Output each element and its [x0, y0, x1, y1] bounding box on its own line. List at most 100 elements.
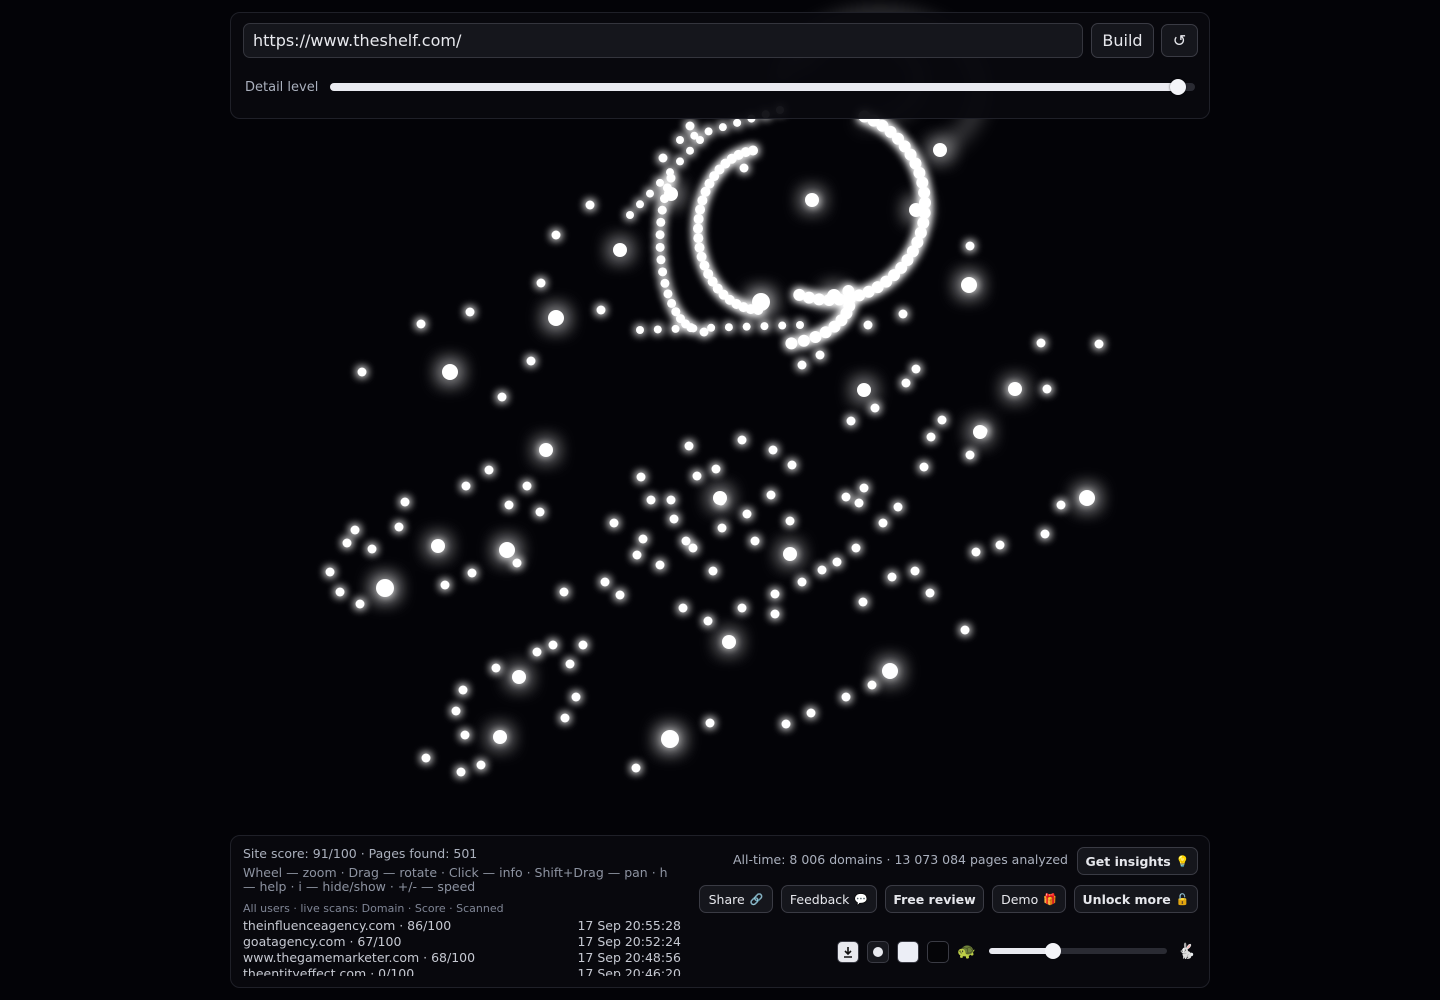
graph-node[interactable]	[898, 309, 908, 319]
graph-node[interactable]	[657, 205, 667, 215]
graph-hub-node[interactable]	[713, 491, 727, 505]
graph-node[interactable]	[467, 568, 477, 578]
graph-node[interactable]	[685, 121, 695, 131]
graph-node[interactable]	[367, 544, 377, 554]
graph-node[interactable]	[770, 609, 780, 619]
graph-hub-node[interactable]	[664, 187, 678, 201]
graph-node[interactable]	[653, 325, 662, 334]
graph-node[interactable]	[760, 322, 769, 331]
graph-node[interactable]	[737, 435, 747, 445]
graph-node[interactable]	[460, 730, 470, 740]
graph-node[interactable]	[658, 153, 668, 163]
graph-node[interactable]	[858, 597, 868, 607]
graph-node[interactable]	[355, 599, 365, 609]
graph-node[interactable]	[787, 460, 797, 470]
graph-node[interactable]	[965, 450, 975, 460]
graph-node[interactable]	[846, 416, 856, 426]
graph-node[interactable]	[548, 640, 558, 650]
graph-node[interactable]	[461, 481, 471, 491]
graph-node[interactable]	[357, 367, 367, 377]
graph-node[interactable]	[911, 364, 921, 374]
graph-node[interactable]	[703, 616, 713, 626]
graph-node[interactable]	[851, 543, 861, 553]
detail-level-slider[interactable]	[330, 79, 1195, 95]
graph-node[interactable]	[551, 230, 561, 240]
graph-node[interactable]	[440, 580, 450, 590]
graph-node[interactable]	[632, 550, 642, 560]
graph-node[interactable]	[817, 565, 827, 575]
demo-button[interactable]: Demo 🎁	[992, 885, 1066, 913]
graph-hub-node[interactable]	[376, 579, 394, 597]
graph-node[interactable]	[535, 507, 545, 517]
graph-node[interactable]	[937, 415, 947, 425]
graph-node[interactable]	[778, 321, 787, 330]
graph-node[interactable]	[458, 685, 468, 695]
build-button[interactable]: Build	[1091, 23, 1154, 58]
graph-hub-node[interactable]	[499, 542, 515, 558]
graph-node[interactable]	[571, 692, 581, 702]
graph-hub-node[interactable]	[882, 663, 898, 679]
graph-node[interactable]	[797, 360, 807, 370]
graph-node[interactable]	[660, 278, 670, 288]
graph-node[interactable]	[926, 432, 936, 442]
graph-node[interactable]	[819, 326, 832, 339]
graph-node[interactable]	[696, 136, 704, 144]
graph-hub-node[interactable]	[493, 730, 507, 744]
graph-node[interactable]	[692, 471, 702, 481]
graph-node[interactable]	[699, 327, 709, 337]
graph-node[interactable]	[666, 168, 674, 177]
graph-node[interactable]	[1094, 339, 1104, 349]
graph-node[interactable]	[863, 320, 873, 330]
graph-node[interactable]	[638, 534, 648, 544]
graph-node[interactable]	[901, 378, 911, 388]
graph-node[interactable]	[693, 213, 704, 224]
graph-node[interactable]	[705, 718, 715, 728]
graph-node[interactable]	[626, 211, 634, 219]
graph-node[interactable]	[689, 324, 698, 333]
graph-hub-node[interactable]	[442, 364, 458, 380]
graph-node[interactable]	[578, 640, 588, 650]
graph-node[interactable]	[693, 233, 704, 244]
graph-node[interactable]	[806, 708, 816, 718]
graph-node[interactable]	[678, 603, 688, 613]
graph-node[interactable]	[416, 319, 426, 329]
graph-node[interactable]	[878, 518, 888, 528]
graph-node[interactable]	[342, 538, 352, 548]
graph-node[interactable]	[724, 323, 733, 332]
graph-node[interactable]	[636, 200, 644, 209]
graph-node[interactable]	[655, 242, 665, 252]
graph-node[interactable]	[797, 577, 807, 587]
graph-node[interactable]	[870, 403, 880, 413]
graph-node[interactable]	[669, 514, 679, 524]
graph-node[interactable]	[497, 392, 507, 402]
graph-hub-node[interactable]	[805, 193, 819, 207]
graph-node[interactable]	[695, 204, 706, 215]
graph-node[interactable]	[718, 123, 727, 132]
graph-node[interactable]	[813, 293, 826, 306]
graph-node[interactable]	[671, 307, 681, 317]
graph-node[interactable]	[536, 278, 546, 288]
node-size-small-button[interactable]	[867, 941, 889, 963]
list-item[interactable]: theentityeffect.com · 0/100 17 Sep 20:46…	[243, 966, 681, 976]
graph-node[interactable]	[699, 260, 710, 271]
graph-node[interactable]	[655, 560, 665, 570]
get-insights-button[interactable]: Get insights 💡	[1077, 847, 1198, 875]
graph-node[interactable]	[666, 495, 676, 505]
graph-node[interactable]	[609, 518, 619, 528]
graph-node[interactable]	[704, 127, 713, 136]
graph-node[interactable]	[656, 217, 666, 227]
graph-node[interactable]	[658, 267, 668, 277]
graph-node[interactable]	[971, 547, 981, 557]
graph-node[interactable]	[681, 536, 691, 546]
graph-node[interactable]	[615, 590, 625, 600]
graph-node[interactable]	[636, 326, 644, 334]
list-item[interactable]: theinfluenceagency.com · 86/100 17 Sep 2…	[243, 918, 681, 934]
graph-node[interactable]	[522, 481, 532, 491]
graph-node[interactable]	[688, 543, 698, 553]
graph-node[interactable]	[815, 350, 825, 360]
download-icon[interactable]	[837, 941, 859, 963]
graph-hub-node[interactable]	[827, 289, 841, 303]
graph-node[interactable]	[809, 331, 822, 344]
graph-hub-node[interactable]	[661, 730, 679, 748]
graph-hub-node[interactable]	[909, 203, 923, 217]
